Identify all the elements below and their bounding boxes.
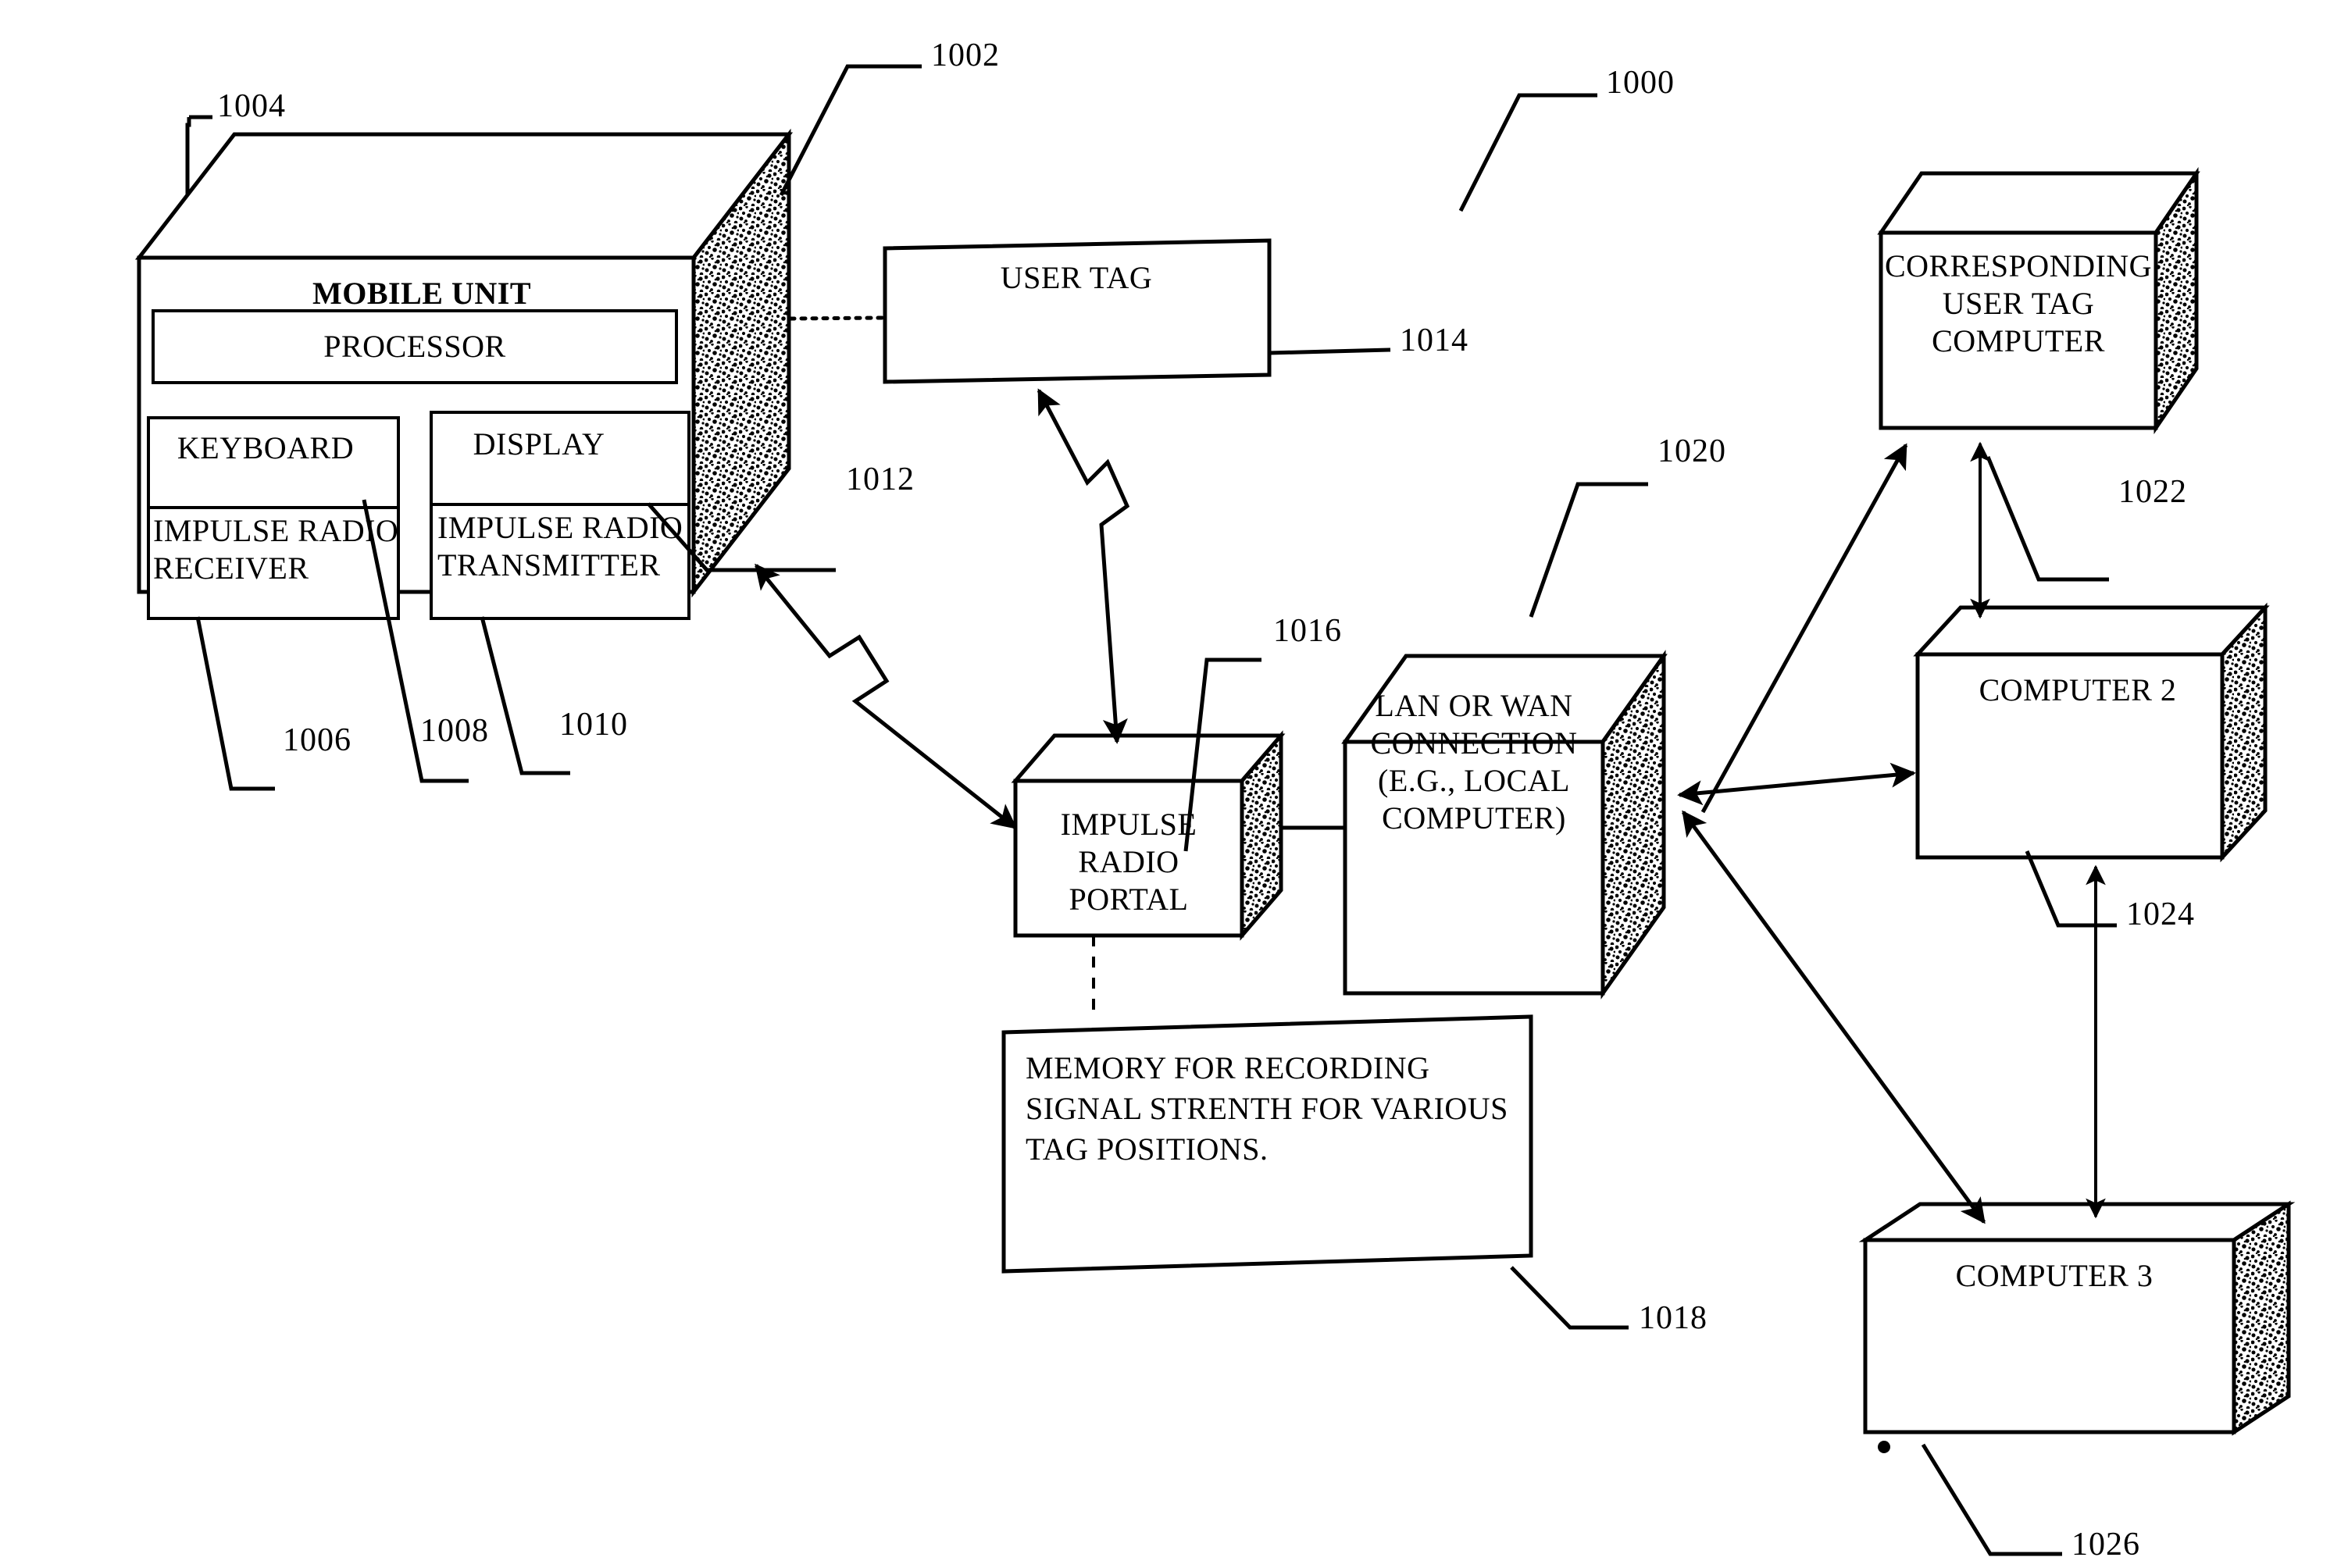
mobile-unit-to-user-tag-dotted-link (788, 315, 885, 321)
computer3-block[interactable] (1858, 1200, 2296, 1436)
ref-1004: 1004 (217, 88, 286, 124)
lan-wan-label-line4: COMPUTER) (1382, 800, 1566, 836)
ref-1012: 1012 (846, 461, 915, 497)
computer2-label: COMPUTER 2 (1979, 672, 2177, 707)
leader-1020 (1529, 482, 1648, 618)
patent-figure: MOBILE UNIT PROCESSOR KEYBOARD DISPLAY I… (0, 0, 2348, 1568)
ref-1002: 1002 (931, 37, 1000, 73)
lan-to-computer2-link (1677, 762, 1916, 806)
diagram-canvas: MOBILE UNIT PROCESSOR KEYBOARD DISPLAY I… (134, 37, 2296, 1563)
lan-wan-label-line1: LAN OR WAN (1375, 688, 1572, 723)
computer3-label: COMPUTER 3 (1956, 1258, 2154, 1293)
ref-1020: 1020 (1658, 433, 1726, 469)
user-tag-to-portal-link (1037, 388, 1130, 744)
leader-1000 (1458, 93, 1597, 212)
memory-label-line3: TAG POSITIONS. (1026, 1131, 1268, 1167)
mobile-unit-to-portal-link (755, 563, 1018, 829)
impulse-radio-portal-label-line3: PORTAL (1069, 882, 1189, 917)
memory-label-line1: MEMORY FOR RECORDING (1026, 1050, 1429, 1085)
impulse-radio-transmitter-label-line2: TRANSMITTER (437, 547, 661, 583)
impulse-radio-receiver-label-line1: IMPULSE RADIO (153, 513, 398, 548)
computer2-block[interactable] (1913, 602, 2270, 863)
ref-1026: 1026 (2071, 1527, 2140, 1563)
ref-1000: 1000 (1606, 65, 1675, 101)
corresponding-computer-label-line2: USER TAG (1943, 286, 2095, 321)
processor-label: PROCESSOR (323, 329, 505, 364)
impulse-radio-receiver-label-line2: RECEIVER (153, 551, 309, 586)
lan-to-corresponding-computer-link (1700, 443, 1908, 814)
ref-1008: 1008 (420, 713, 489, 749)
lan-to-computer3-link (1681, 810, 1986, 1224)
ref-1010: 1010 (559, 707, 628, 743)
user-tag-label: USER TAG (1001, 260, 1153, 295)
impulse-radio-portal-label-line2: RADIO (1078, 844, 1179, 879)
mobile-unit-label: MOBILE UNIT (312, 276, 531, 311)
impulse-radio-transmitter-label-line1: IMPULSE RADIO (437, 510, 683, 545)
memory-label-line2: SIGNAL STRENTH FOR VARIOUS (1026, 1091, 1508, 1126)
ref-1014: 1014 (1400, 323, 1468, 358)
ref-1018: 1018 (1639, 1300, 1707, 1336)
leader-1022 (1986, 456, 2109, 582)
leader-1026 (1921, 1443, 2062, 1556)
keyboard-label: KEYBOARD (177, 430, 354, 465)
leader-1006 (195, 616, 275, 791)
computer3-anchor-dot (1878, 1441, 1890, 1453)
corresponding-computer-label-line1: CORRESPONDING (1885, 248, 2152, 283)
leader-1014 (1269, 347, 1391, 355)
ref-1006: 1006 (283, 722, 351, 758)
leader-1018 (1510, 1266, 1629, 1330)
ref-1022: 1022 (2118, 474, 2187, 510)
leader-1010 (480, 616, 570, 775)
corresponding-computer-label-line3: COMPUTER (1932, 323, 2105, 358)
leader-1024 (2025, 850, 2117, 928)
ref-1024: 1024 (2126, 896, 2195, 932)
lan-wan-label-line3: (E.G., LOCAL (1378, 763, 1570, 798)
display-label: DISPLAY (473, 426, 605, 461)
lan-wan-label-line2: CONNECTION (1371, 725, 1578, 761)
ref-1016: 1016 (1273, 613, 1342, 649)
impulse-radio-portal-label-line1: IMPULSE (1061, 807, 1197, 842)
leader-1002 (779, 64, 922, 197)
